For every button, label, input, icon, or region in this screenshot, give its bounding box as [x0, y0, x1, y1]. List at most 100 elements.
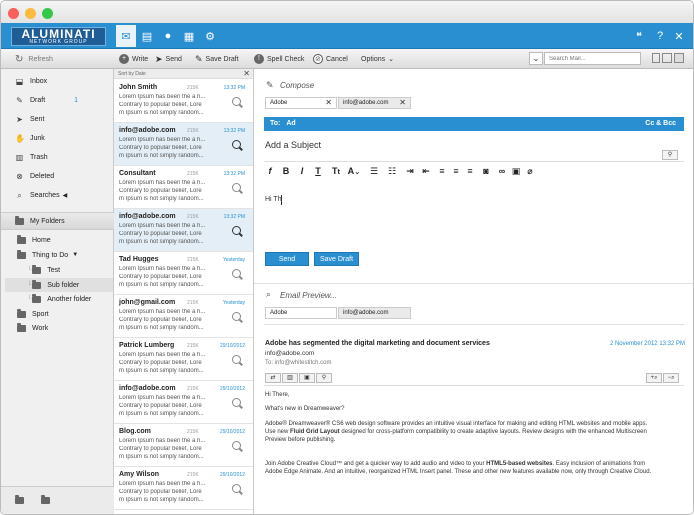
mail-list-item[interactable]: info@adobe.com 215K 13:32 PM Lorem Ipsum ha… — [114, 123, 253, 166]
user-icon[interactable]: ● — [158, 27, 178, 45]
search-filter-chevron-icon[interactable]: ⌄ — [529, 52, 543, 65]
send-button[interactable]: Send — [265, 252, 309, 266]
mail-list-item[interactable]: Amy Wilson 215K 29/10/2012 Lorem Ipsum has … — [114, 467, 253, 510]
layout-split-icon[interactable] — [652, 53, 660, 63]
zoom-icon[interactable] — [232, 97, 241, 106]
sidebar-item-junk[interactable]: ✋ Junk — [1, 130, 114, 146]
settings-gear-icon[interactable]: ⚙ — [200, 27, 220, 45]
unordered-list-icon[interactable]: ☷ — [387, 165, 397, 177]
close-window-button[interactable] — [8, 8, 19, 19]
remove-chip-icon[interactable]: ✕ — [325, 98, 332, 108]
folder-sub-folder[interactable]: └ Sub folder — [5, 278, 113, 292]
align-left-icon[interactable]: ≡ — [437, 165, 447, 177]
zoom-icon[interactable] — [232, 441, 241, 450]
bold-icon[interactable]: B — [281, 165, 291, 177]
chat-icon[interactable]: ❝ — [629, 27, 649, 45]
italic-icon[interactable]: I — [297, 165, 307, 177]
help-icon[interactable]: ? — [650, 27, 670, 45]
mail-list-item[interactable]: info@adobe.com 215K 29/10/2012 Lorem Ipsum … — [114, 381, 253, 424]
close-icon[interactable]: ✕ — [669, 27, 689, 45]
align-right-icon[interactable]: ≡ — [465, 165, 475, 177]
delete-icon[interactable]: ▥ — [282, 373, 298, 383]
preview-chip-adobe[interactable]: Adobe — [265, 307, 337, 319]
to-chip-info-adobe[interactable]: info@adobe.com ✕ — [338, 97, 411, 109]
zoom-icon[interactable] — [232, 398, 241, 407]
calendar-icon[interactable]: ▦ — [179, 27, 199, 45]
sidebar-item-inbox[interactable]: ⬓ Inbox — [1, 73, 114, 89]
outdent-icon[interactable]: ⇤ — [421, 165, 431, 177]
mail-list-item[interactable]: John Smith 215K 13:32 PM Lorem Ipsum has be… — [114, 80, 253, 123]
mail-list-item[interactable]: Consultant 215K 13:32 PM Lorem Ipsum has be… — [114, 166, 253, 209]
layout-columns-icon[interactable] — [662, 53, 672, 63]
font-icon[interactable]: f — [265, 165, 275, 177]
folder-another-folder[interactable]: └ Another folder — [27, 292, 91, 306]
search-input[interactable] — [544, 52, 641, 65]
cancel-button[interactable]: ⊘ Cancel — [313, 53, 348, 65]
folder-settings-icon[interactable] — [41, 495, 50, 504]
pin-icon[interactable]: ⚲ — [662, 150, 678, 160]
align-center-icon[interactable]: ≡ — [451, 165, 461, 177]
zoom-icon[interactable] — [232, 140, 241, 149]
zoom-icon[interactable] — [232, 269, 241, 278]
folder-test[interactable]: └ Test — [27, 263, 60, 277]
link-icon[interactable]: ∞ — [497, 165, 507, 177]
save-draft-button[interactable]: ✎ Save Draft — [195, 53, 239, 65]
to-chip-adobe[interactable]: Adobe ✕ — [265, 97, 337, 109]
sidebar-item-searches[interactable]: ⌕ Searches ◀ — [1, 187, 114, 203]
preview-chip-info-adobe[interactable]: info@adobe.com — [338, 307, 411, 319]
layout-list-icon[interactable] — [674, 53, 684, 63]
mail-list-item[interactable]: Blog.com 215K 29/10/2012 Lorem Ipsum has be… — [114, 424, 253, 467]
pin-icon[interactable]: ⚲ — [316, 373, 332, 383]
mail-list-item[interactable]: Patrick Lumberg 215K 29/10/2012 Lorem Ipsum… — [114, 338, 253, 381]
zoom-icon[interactable] — [232, 312, 241, 321]
folder-home[interactable]: Home — [17, 233, 51, 247]
my-folders-header[interactable]: My Folders — [1, 212, 114, 230]
sidebar-item-deleted[interactable]: ⊗ Deleted — [1, 168, 114, 184]
to-field[interactable]: To: Ad Cc & Bcc — [264, 117, 684, 131]
remove-chip-icon[interactable]: ✕ — [399, 98, 406, 108]
mail-tab-icon[interactable]: ✉ — [116, 25, 136, 47]
save-draft-button[interactable]: Save Draft — [314, 252, 359, 266]
print-icon[interactable]: ▣ — [299, 373, 315, 383]
contacts-book-icon[interactable]: ▤ — [137, 27, 157, 45]
close-icon[interactable]: ✕ — [243, 69, 250, 79]
reply-icon[interactable]: ⇄ — [265, 373, 281, 383]
spell-check-button[interactable]: ! Spell Check — [254, 53, 304, 65]
caret-down-icon[interactable]: ▼ — [72, 252, 78, 258]
folder-thing-to-do[interactable]: Thing to Do ▼ — [17, 248, 78, 262]
font-color-icon[interactable]: A⌄ — [345, 165, 363, 177]
print-icon[interactable]: ▣ — [511, 165, 521, 177]
underline-icon[interactable]: T — [313, 165, 323, 177]
sidebar-item-sent[interactable]: ➤ Sent — [1, 111, 114, 127]
folder-sport[interactable]: Sport — [17, 307, 49, 321]
mail-list-item[interactable]: Tad Hugges 215K Yesterday Lorem Ipsum has b… — [114, 252, 253, 295]
folder-label: Thing to Do — [32, 251, 69, 259]
add-folder-icon[interactable] — [15, 495, 24, 504]
send-button[interactable]: ➤ Send — [155, 53, 182, 65]
refresh-button[interactable]: ↻ Refresh — [15, 53, 53, 65]
sort-bar[interactable]: Sort by Date ✕ — [114, 69, 253, 79]
minimize-window-button[interactable] — [25, 8, 36, 19]
compose-body[interactable]: Hi Th — [265, 196, 282, 203]
write-button[interactable]: + Write — [119, 53, 148, 65]
font-size-icon[interactable]: Tt — [331, 165, 341, 177]
zoom-icon[interactable] — [232, 355, 241, 364]
zoom-out-icon[interactable]: −⌕ — [663, 373, 679, 383]
zoom-icon[interactable] — [232, 484, 241, 493]
sidebar-item-draft[interactable]: ✎ Draft 1 — [1, 92, 114, 108]
indent-icon[interactable]: ⇥ — [405, 165, 415, 177]
folder-work[interactable]: Work — [17, 321, 48, 335]
camera-icon[interactable]: ◙ — [481, 165, 491, 177]
zoom-in-icon[interactable]: +⌕ — [646, 373, 662, 383]
sidebar-item-trash[interactable]: ▥ Trash — [1, 149, 114, 165]
ordered-list-icon[interactable]: ☰ — [369, 165, 379, 177]
options-dropdown[interactable]: Options ⌄ — [361, 53, 394, 65]
subject-input[interactable]: Add a Subject — [265, 140, 321, 150]
cc-bcc-toggle[interactable]: Cc & Bcc — [645, 117, 676, 131]
zoom-icon[interactable] — [232, 183, 241, 192]
attachment-icon[interactable]: ⌀ — [525, 165, 535, 177]
mail-list-item[interactable]: john@gmail.com 215K Yesterday Lorem Ipsum h… — [114, 295, 253, 338]
zoom-icon[interactable] — [232, 226, 241, 235]
maximize-window-button[interactable] — [42, 8, 53, 19]
mail-list-item[interactable]: info@adobe.com 215K 13:32 PM Lorem Ipsum ha… — [114, 209, 253, 252]
